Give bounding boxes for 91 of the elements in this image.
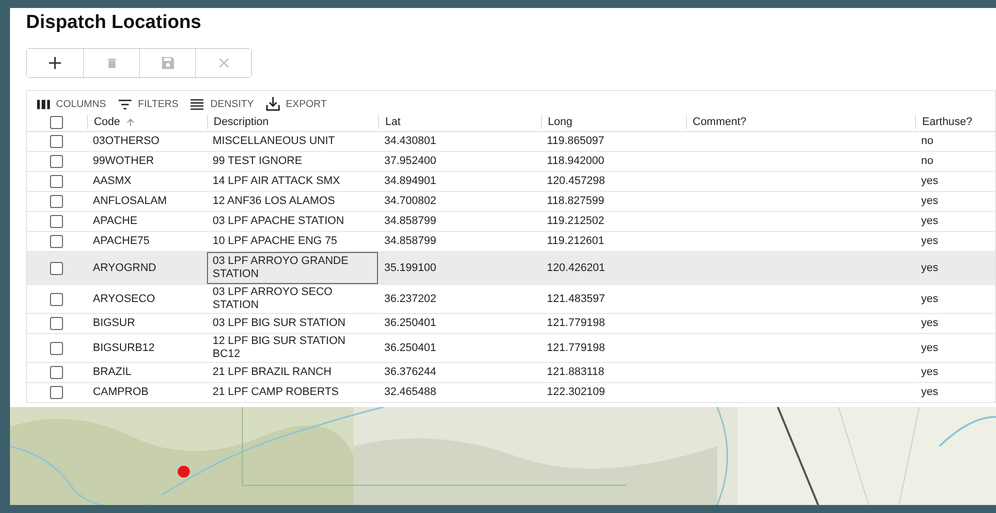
table-cell: yes xyxy=(921,366,938,379)
table-cell: CAMPROB xyxy=(92,386,148,399)
table-cell: 32.465488 xyxy=(384,386,436,399)
filters-button[interactable]: FILTERS xyxy=(116,97,180,111)
table-cell: 03 LPF BIG SUR STATION xyxy=(212,317,346,330)
column-header[interactable]: Earthuse? xyxy=(922,116,972,128)
table-cell: BRAZIL xyxy=(92,366,132,379)
density-icon xyxy=(190,98,204,110)
row-checkbox[interactable] xyxy=(50,292,64,306)
table-cell: 03 LPF APACHE STATION xyxy=(212,215,344,228)
columns-icon xyxy=(37,98,50,110)
row-checkbox[interactable] xyxy=(50,262,64,274)
table-cell: BIGSURB12 xyxy=(92,342,155,354)
table-cell: 03OTHERSO xyxy=(92,135,160,148)
table-cell: 121.883118 xyxy=(546,366,604,379)
table-cell: 36.237202 xyxy=(384,292,436,306)
table-cell: 34.700802 xyxy=(384,195,436,208)
table-cell: 21 LPF CAMP ROBERTS xyxy=(212,386,339,399)
row-checkbox[interactable] xyxy=(50,386,64,399)
table-cell: 37.952400 xyxy=(384,155,436,168)
table-cell: 34.894901 xyxy=(384,175,436,188)
row-checkbox[interactable] xyxy=(50,155,64,168)
row-checkbox[interactable] xyxy=(50,342,64,354)
table-cell: AASMX xyxy=(92,175,132,188)
table-cell: 120.457298 xyxy=(546,175,606,188)
table-cell: 121.779198 xyxy=(546,342,606,354)
table-cell: 99WOTHER xyxy=(92,155,154,168)
table-cell: yes xyxy=(921,262,938,274)
table-cell-text: 03 LPF ARROYO SECO STATION xyxy=(212,286,334,312)
table-cell: 121.483597 xyxy=(546,292,606,306)
table-cell-text: 12 LPF BIG SUR STATION BC12 xyxy=(212,335,346,361)
table-cell: MISCELLANEOUS UNIT xyxy=(212,135,335,148)
table-cell: 36.250401 xyxy=(384,317,436,330)
table-cell: 121.779198 xyxy=(546,317,606,330)
row-checkbox[interactable] xyxy=(50,175,64,188)
row-checkbox[interactable] xyxy=(50,135,64,148)
table-cell: 119.212601 xyxy=(546,235,604,248)
table-cell: 99 TEST IGNORE xyxy=(212,155,302,168)
table-cell: yes xyxy=(921,235,938,248)
column-header[interactable]: Code xyxy=(94,116,120,128)
table-cell: yes xyxy=(921,292,938,306)
table-cell: 118.942000 xyxy=(546,155,604,168)
table-cell: 14 LPF AIR ATTACK SMX xyxy=(212,175,340,188)
row-checkbox[interactable] xyxy=(50,235,64,248)
table-cell: 34.858799 xyxy=(384,235,436,248)
page-title: Dispatch Locations xyxy=(26,12,202,34)
table-cell: no xyxy=(921,155,934,168)
plus-icon xyxy=(48,56,62,70)
table-cell: BIGSUR xyxy=(92,317,136,330)
table-cell: 10 LPF APACHE ENG 75 xyxy=(212,235,338,248)
table-cell: 122.302109 xyxy=(546,386,606,399)
row-checkbox[interactable] xyxy=(50,317,64,330)
table-cell-text: 03 LPF ARROYO GRANDE STATION xyxy=(212,255,350,281)
column-header[interactable]: Long xyxy=(548,116,572,128)
columns-button[interactable]: COLUMNS xyxy=(35,97,108,111)
table-cell: yes xyxy=(921,195,938,208)
close-icon xyxy=(218,57,230,69)
select-all-checkbox[interactable] xyxy=(50,116,64,128)
table-cell: 119.865097 xyxy=(546,135,604,148)
table-cell: ANFLOSALAM xyxy=(92,195,167,208)
table-cell: 21 LPF BRAZIL RANCH xyxy=(212,366,332,379)
column-header[interactable]: Comment? xyxy=(692,116,746,128)
table-cell: 36.250401 xyxy=(384,342,436,354)
table-cell: yes xyxy=(921,317,938,330)
row-checkbox[interactable] xyxy=(50,215,64,228)
table-cell: ARYOGRND xyxy=(92,262,156,274)
table-cell: 34.858799 xyxy=(384,215,436,228)
export-button[interactable]: EXPORT xyxy=(264,97,329,111)
row-checkbox[interactable] xyxy=(50,366,64,379)
table-cell: 35.199100 xyxy=(384,262,436,274)
table-cell: APACHE75 xyxy=(92,235,150,248)
filter-icon xyxy=(118,98,132,110)
trash-icon xyxy=(106,56,118,70)
table-cell: yes xyxy=(921,175,938,188)
table-cell: 120.426201 xyxy=(546,262,606,274)
table-cell: yes xyxy=(921,342,938,354)
column-header[interactable]: Lat xyxy=(385,116,401,128)
table-cell: 12 ANF36 LOS ALAMOS xyxy=(212,195,335,208)
download-icon xyxy=(266,97,280,111)
table-cell: 34.430801 xyxy=(384,135,436,148)
column-header[interactable]: Description xyxy=(214,116,269,128)
table-cell: APACHE xyxy=(92,215,138,228)
table-cell: 36.376244 xyxy=(384,366,436,379)
table-cell: no xyxy=(921,135,934,148)
table-cell: yes xyxy=(921,215,938,228)
row-checkbox[interactable] xyxy=(50,195,64,208)
table-cell: 119.212502 xyxy=(546,215,604,228)
table-cell: ARYOSECO xyxy=(92,292,156,306)
density-button[interactable]: DENSITY xyxy=(188,97,256,111)
table-cell: 118.827599 xyxy=(546,195,604,208)
table-cell: yes xyxy=(921,386,938,399)
